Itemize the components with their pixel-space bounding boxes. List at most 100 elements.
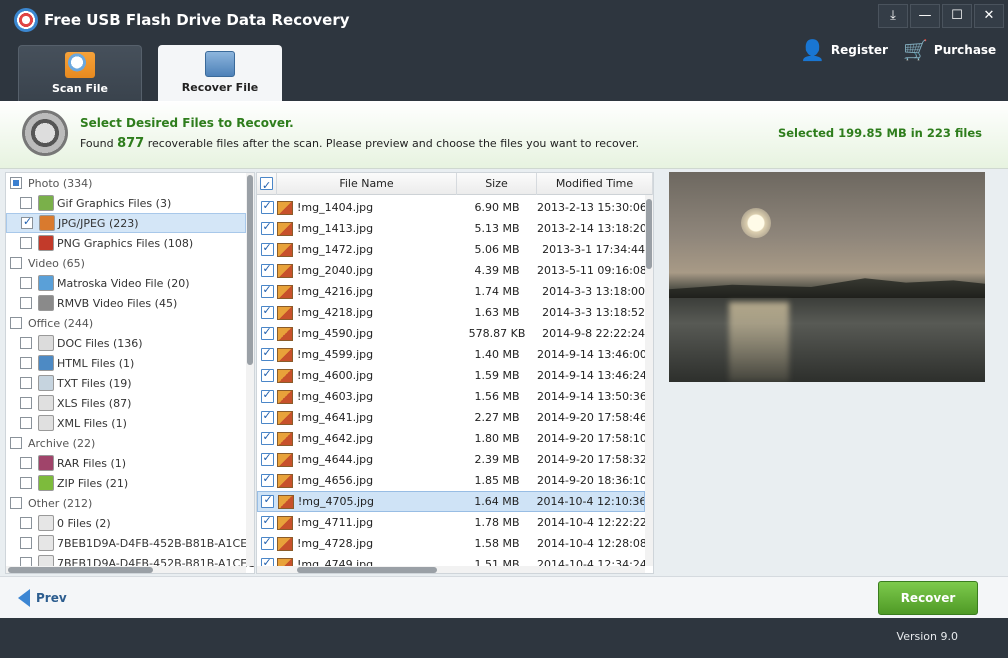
tree-checkbox[interactable] — [21, 215, 33, 229]
tree-item[interactable]: RAR Files (1) — [6, 453, 246, 473]
table-row[interactable]: !mg_4603.jpg 1.56 MB 2014-9-14 13:50:36 — [257, 386, 645, 407]
row-checkbox-cell[interactable] — [257, 262, 277, 277]
row-checkbox-cell[interactable] — [257, 472, 277, 487]
recover-button[interactable]: Recover — [878, 581, 978, 615]
row-checkbox-cell[interactable] — [257, 409, 277, 424]
table-row[interactable]: !mg_4641.jpg 2.27 MB 2014-9-20 17:58:46 — [257, 407, 645, 428]
row-checkbox[interactable] — [260, 409, 274, 424]
tree-category[interactable]: Other (212) — [6, 493, 246, 513]
scrollbar-thumb[interactable] — [8, 567, 153, 573]
row-checkbox[interactable] — [260, 472, 274, 487]
purchase-button[interactable]: 🛒 Purchase — [903, 38, 996, 62]
tree-item[interactable]: TXT Files (19) — [6, 373, 246, 393]
table-row[interactable]: !mg_4590.jpg 578.87 KB 2014-9-8 22:22:24 — [257, 323, 645, 344]
minimize-button[interactable]: — — [910, 4, 940, 28]
tree-checkbox[interactable] — [20, 297, 32, 309]
tree-checkbox[interactable] — [20, 397, 32, 409]
row-checkbox-cell[interactable] — [257, 241, 277, 256]
tree-item[interactable]: Gif Graphics Files (3) — [6, 193, 246, 213]
tree-category[interactable]: Office (244) — [6, 313, 246, 333]
scrollbar-thumb[interactable] — [247, 175, 253, 365]
download-icon[interactable]: ⤓ — [878, 4, 908, 28]
table-row[interactable]: !mg_2040.jpg 4.39 MB 2013-5-11 09:16:08 — [257, 260, 645, 281]
tree-category[interactable]: Video (65) — [6, 253, 246, 273]
table-row[interactable]: !mg_4642.jpg 1.80 MB 2014-9-20 17:58:10 — [257, 428, 645, 449]
close-button[interactable]: ✕ — [974, 4, 1004, 28]
scrollbar-thumb[interactable] — [297, 567, 437, 573]
tree-horizontal-scrollbar[interactable] — [6, 566, 246, 573]
column-file-name[interactable]: File Name — [277, 173, 457, 195]
row-checkbox-cell[interactable] — [258, 493, 278, 508]
tree-checkbox[interactable] — [20, 417, 32, 429]
tree-checkbox[interactable] — [20, 277, 32, 289]
table-row[interactable]: !mg_4599.jpg 1.40 MB 2014-9-14 13:46:00 — [257, 344, 645, 365]
tree-checkbox[interactable] — [10, 497, 22, 509]
row-checkbox-cell[interactable] — [257, 346, 277, 361]
table-row[interactable]: !mg_4218.jpg 1.63 MB 2014-3-3 13:18:52 — [257, 302, 645, 323]
select-all-checkbox-cell[interactable] — [257, 173, 277, 197]
table-row[interactable]: !mg_1472.jpg 5.06 MB 2013-3-1 17:34:44 — [257, 239, 645, 260]
tree-item[interactable]: Matroska Video File (20) — [6, 273, 246, 293]
tree-vertical-scrollbar[interactable] — [246, 173, 254, 566]
tree-item[interactable]: XLS Files (87) — [6, 393, 246, 413]
tree-checkbox[interactable] — [10, 437, 22, 449]
row-checkbox[interactable] — [260, 451, 274, 466]
table-horizontal-scrollbar[interactable] — [257, 566, 645, 573]
tree-checkbox[interactable] — [10, 257, 22, 269]
table-row[interactable]: !mg_1404.jpg 6.90 MB 2013-2-13 15:30:06 — [257, 197, 645, 218]
tree-checkbox[interactable] — [10, 317, 22, 329]
tree-checkbox[interactable] — [10, 177, 22, 189]
row-checkbox-cell[interactable] — [257, 388, 277, 403]
table-row[interactable]: !mg_4644.jpg 2.39 MB 2014-9-20 17:58:32 — [257, 449, 645, 470]
tree-category[interactable]: Archive (22) — [6, 433, 246, 453]
table-vertical-scrollbar[interactable] — [645, 195, 653, 566]
tab-recover-file[interactable]: Recover File — [158, 45, 282, 101]
row-checkbox[interactable] — [260, 283, 274, 298]
row-checkbox-cell[interactable] — [257, 220, 277, 235]
row-checkbox-cell[interactable] — [257, 430, 277, 445]
row-checkbox-cell[interactable] — [257, 535, 277, 550]
tab-scan-file[interactable]: Scan File — [18, 45, 142, 101]
tree-item[interactable]: DOC Files (136) — [6, 333, 246, 353]
prev-button[interactable]: Prev — [18, 589, 67, 607]
row-checkbox[interactable] — [260, 325, 274, 340]
tree-checkbox[interactable] — [20, 457, 32, 469]
row-checkbox[interactable] — [260, 304, 274, 319]
tree-item[interactable]: JPG/JPEG (223) — [6, 213, 246, 233]
row-checkbox[interactable] — [260, 514, 274, 529]
table-row[interactable]: !mg_4711.jpg 1.78 MB 2014-10-4 12:22:22 — [257, 512, 645, 533]
table-row[interactable]: !mg_1413.jpg 5.13 MB 2013-2-14 13:18:20 — [257, 218, 645, 239]
row-checkbox-cell[interactable] — [257, 514, 277, 529]
row-checkbox[interactable] — [260, 388, 274, 403]
row-checkbox[interactable] — [260, 346, 274, 361]
tree-item[interactable]: PNG Graphics Files (108) — [6, 233, 246, 253]
table-row[interactable]: !mg_4216.jpg 1.74 MB 2014-3-3 13:18:00 — [257, 281, 645, 302]
row-checkbox-cell[interactable] — [257, 451, 277, 466]
table-row[interactable]: !mg_4705.jpg 1.64 MB 2014-10-4 12:10:36 — [257, 491, 645, 512]
maximize-button[interactable]: ☐ — [942, 4, 972, 28]
table-row[interactable]: !mg_4656.jpg 1.85 MB 2014-9-20 18:36:10 — [257, 470, 645, 491]
tree-item[interactable]: 7BEB1D9A-D4FB-452B-B81B-A1CEC7D20 — [6, 533, 254, 553]
column-modified-time[interactable]: Modified Time — [537, 173, 653, 195]
row-checkbox-cell[interactable] — [257, 304, 277, 319]
tree-item[interactable]: RMVB Video Files (45) — [6, 293, 246, 313]
tree-item[interactable]: 0 Files (2) — [6, 513, 246, 533]
tree-checkbox[interactable] — [20, 237, 32, 249]
row-checkbox-cell[interactable] — [257, 283, 277, 298]
tree-item[interactable]: ZIP Files (21) — [6, 473, 246, 493]
row-checkbox[interactable] — [260, 535, 274, 550]
row-checkbox-cell[interactable] — [257, 199, 277, 214]
row-checkbox[interactable] — [260, 220, 274, 235]
register-button[interactable]: 👤 Register — [800, 38, 888, 62]
table-row[interactable]: !mg_4600.jpg 1.59 MB 2014-9-14 13:46:24 — [257, 365, 645, 386]
table-row[interactable]: !mg_4728.jpg 1.58 MB 2014-10-4 12:28:08 — [257, 533, 645, 554]
tree-category[interactable]: Photo (334) — [6, 173, 246, 193]
row-checkbox[interactable] — [260, 241, 274, 256]
row-checkbox[interactable] — [260, 199, 274, 214]
row-checkbox[interactable] — [260, 367, 274, 382]
scrollbar-thumb[interactable] — [646, 199, 652, 269]
tree-item[interactable]: XML Files (1) — [6, 413, 246, 433]
tree-checkbox[interactable] — [20, 377, 32, 389]
row-checkbox[interactable] — [261, 493, 275, 508]
select-all-checkbox[interactable] — [260, 175, 273, 197]
